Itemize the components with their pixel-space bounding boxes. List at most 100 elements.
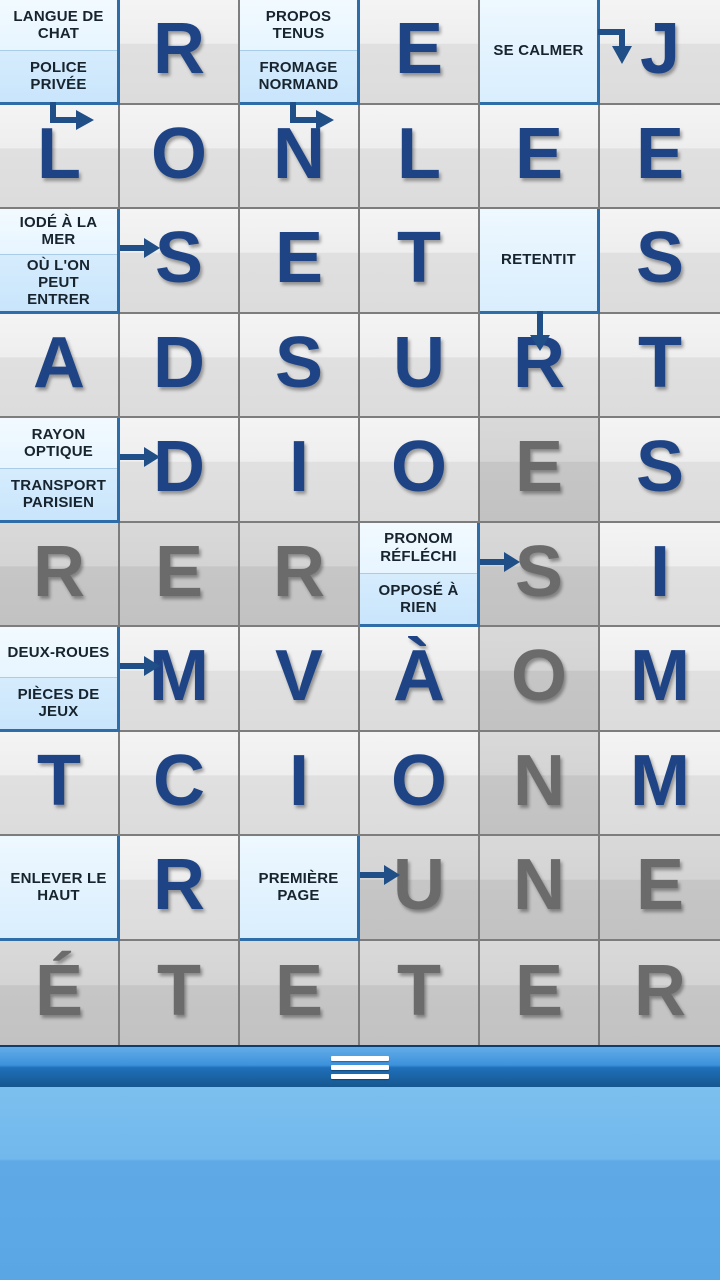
- grid-letter-cell[interactable]: V: [240, 627, 360, 732]
- grid-letter-cell[interactable]: À: [360, 627, 480, 732]
- letter-glyph: R: [513, 322, 565, 403]
- grid-letter-cell[interactable]: N: [480, 731, 600, 836]
- grid-letter-cell[interactable]: T: [360, 209, 480, 314]
- letter-glyph: O: [390, 427, 447, 508]
- grid-letter-cell[interactable]: U: [360, 836, 480, 941]
- letter-glyph: U: [393, 322, 445, 403]
- letter-glyph: O: [510, 636, 567, 717]
- grid-letter-cell[interactable]: R: [240, 522, 360, 627]
- grid-letter-cell[interactable]: R: [120, 836, 240, 941]
- grid-letter-cell[interactable]: L: [0, 104, 120, 209]
- grid-letter-cell[interactable]: J: [600, 0, 720, 105]
- letter-glyph: T: [157, 950, 201, 1031]
- grid-letter-cell[interactable]: A: [0, 313, 120, 418]
- grid-letter-cell[interactable]: S: [120, 209, 240, 314]
- grid-clue-cell[interactable]: IODÉ À LA MER OÙ L'ON PEUT ENTRER: [0, 209, 160, 314]
- grid-clue-cell[interactable]: ENLEVER LE HAUT: [0, 836, 120, 941]
- grid-clue-cell[interactable]: RETENTIT: [480, 209, 600, 351]
- grid-letter-cell[interactable]: I: [240, 731, 360, 836]
- grid-letter-cell[interactable]: I: [240, 418, 360, 523]
- toolbar-handle-strip[interactable]: [0, 1047, 720, 1087]
- grid-letter-cell[interactable]: M: [120, 627, 240, 732]
- clue-text: PIÈCES DE JEUX: [0, 677, 117, 729]
- grid-letter-cell[interactable]: S: [240, 313, 360, 418]
- grid-clue-cell[interactable]: SE CALMER: [480, 0, 632, 105]
- grid-letter-cell[interactable]: D: [120, 418, 240, 523]
- clue-text: OPPOSÉ À RIEN: [360, 572, 477, 624]
- grid-letter-cell[interactable]: E: [120, 522, 240, 627]
- letter-glyph: E: [514, 113, 564, 194]
- grid-letter-cell[interactable]: O: [120, 104, 240, 209]
- letter-glyph: R: [634, 950, 686, 1031]
- grid-letter-cell[interactable]: E: [480, 418, 600, 523]
- grid-letter-cell[interactable]: S: [600, 209, 720, 314]
- grid-letter-cell[interactable]: M: [600, 627, 720, 732]
- grid-letter-cell[interactable]: T: [0, 731, 120, 836]
- clue-text: RAYON OPTIQUE: [0, 418, 117, 469]
- letter-glyph: L: [37, 113, 81, 194]
- grid-letter-cell[interactable]: E: [240, 940, 360, 1045]
- letter-glyph: D: [153, 322, 205, 403]
- letter-glyph: I: [288, 740, 309, 821]
- grid-letter-cell[interactable]: E: [480, 940, 600, 1045]
- clue-text: POLICE PRIVÉE: [0, 50, 117, 102]
- grid-clue-cell[interactable]: PREMIÈRE PAGE: [240, 836, 400, 941]
- grid-letter-cell[interactable]: R: [0, 522, 120, 627]
- letter-glyph: S: [154, 218, 204, 299]
- grid-letter-cell[interactable]: T: [120, 940, 240, 1045]
- grid-letter-cell[interactable]: C: [120, 731, 240, 836]
- grid-letter-cell[interactable]: D: [120, 313, 240, 418]
- grid-clue-cell[interactable]: PROPOS TENUS FROMAGE NORMAND: [240, 0, 360, 130]
- letter-glyph: C: [153, 740, 205, 821]
- grid-letter-cell[interactable]: O: [360, 731, 480, 836]
- letter-glyph: E: [394, 9, 444, 90]
- grid-clue-cell[interactable]: RAYON OPTIQUE TRANSPORT PARISIEN: [0, 418, 160, 523]
- grid-letter-cell[interactable]: R: [120, 0, 240, 105]
- letter-glyph: T: [638, 322, 682, 403]
- grid-letter-cell[interactable]: S: [480, 522, 600, 627]
- crossword-grid[interactable]: LANGUE DE CHAT POLICE PRIVÉE R PROPOS TENU…: [0, 0, 720, 1045]
- grid-letter-cell[interactable]: R: [600, 940, 720, 1045]
- grid-letter-cell[interactable]: O: [360, 418, 480, 523]
- grid-letter-cell[interactable]: N: [480, 836, 600, 941]
- grid-clue-cell[interactable]: PRONOM RÉFLÉCHI OPPOSÉ À RIEN: [360, 522, 520, 627]
- clue-text: SE CALMER: [480, 0, 597, 102]
- letter-glyph: R: [153, 845, 205, 926]
- letter-glyph: E: [154, 531, 204, 612]
- drag-handle-icon[interactable]: [331, 1052, 389, 1083]
- grid-clue-cell[interactable]: LANGUE DE CHAT POLICE PRIVÉE: [0, 0, 120, 130]
- clue-text: RETENTIT: [480, 209, 597, 311]
- grid-letter-cell[interactable]: E: [360, 0, 480, 105]
- letter-glyph: A: [33, 322, 85, 403]
- letter-glyph: E: [635, 113, 685, 194]
- grid-letter-cell[interactable]: I: [600, 522, 720, 627]
- grid-letter-cell[interactable]: E: [600, 104, 720, 209]
- grid-letter-cell[interactable]: É: [0, 940, 120, 1045]
- letter-glyph: R: [33, 531, 85, 612]
- grid-letter-cell[interactable]: N: [240, 104, 360, 209]
- grid-letter-cell[interactable]: O: [480, 627, 600, 732]
- letter-glyph: R: [273, 531, 325, 612]
- grid-letter-cell[interactable]: M: [600, 731, 720, 836]
- letter-glyph: D: [153, 427, 205, 508]
- letter-glyph: S: [274, 322, 324, 403]
- letter-glyph: M: [630, 636, 690, 717]
- clue-text: IODÉ À LA MER: [0, 209, 117, 254]
- grid-letter-cell[interactable]: E: [600, 836, 720, 941]
- letter-glyph: J: [639, 9, 681, 90]
- grid-letter-cell[interactable]: S: [600, 418, 720, 523]
- letter-glyph: M: [630, 740, 690, 821]
- letter-glyph: I: [649, 531, 670, 612]
- grid-clue-cell[interactable]: DEUX-ROUES PIÈCES DE JEUX: [0, 627, 160, 732]
- crossword-app: LANGUE DE CHAT POLICE PRIVÉE R PROPOS TENU…: [0, 0, 720, 1280]
- grid-letter-cell[interactable]: U: [360, 313, 480, 418]
- grid-letter-cell[interactable]: E: [240, 209, 360, 314]
- grid-letter-cell[interactable]: T: [600, 313, 720, 418]
- grid-letter-cell[interactable]: E: [480, 104, 600, 209]
- clue-text: FROMAGE NORMAND: [240, 50, 357, 102]
- grid-letter-cell[interactable]: L: [360, 104, 480, 209]
- clue-text: OÙ L'ON PEUT ENTRER: [0, 253, 117, 311]
- grid-letter-cell[interactable]: R: [480, 313, 600, 418]
- letter-glyph: É: [34, 950, 84, 1031]
- grid-letter-cell[interactable]: T: [360, 940, 480, 1045]
